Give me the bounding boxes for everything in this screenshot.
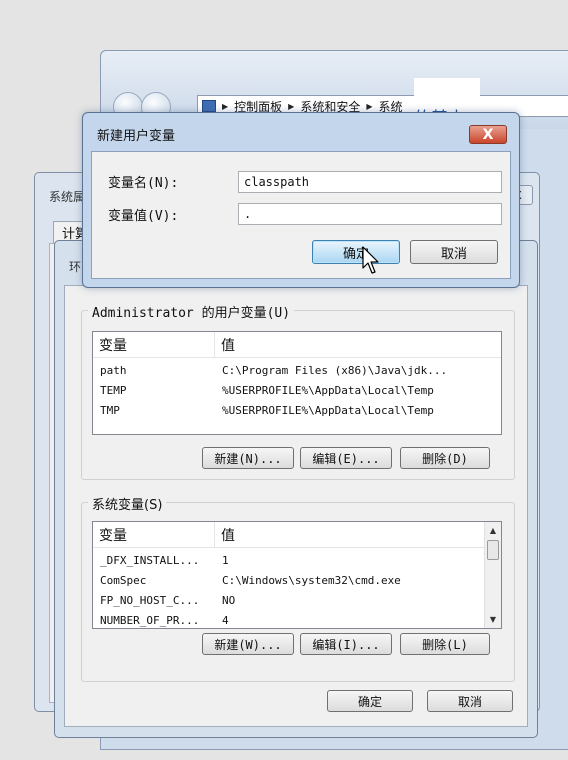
table-row[interactable]: TMP %USERPROFILE%\AppData\Local\Temp (93, 400, 501, 420)
breadcrumb-arrow-icon: ▶ (288, 101, 295, 111)
system-variables-rows: _DFX_INSTALL... 1 ComSpec C:\Windows\sys… (93, 550, 501, 630)
variable-value: 4 (222, 613, 229, 627)
variable-name: FP_NO_HOST_C... (100, 593, 200, 607)
ok-button[interactable]: 确定 (327, 690, 413, 712)
close-button[interactable]: X (469, 125, 507, 144)
table-row[interactable]: FP_NO_HOST_C... NO (93, 590, 501, 610)
variable-name: NUMBER_OF_PR... (100, 613, 200, 627)
table-row[interactable]: path C:\Program Files (x86)\Java\jdk... (93, 360, 501, 380)
user-variables-rows: path C:\Program Files (x86)\Java\jdk... … (93, 360, 501, 420)
ok-button[interactable]: 确定 (312, 240, 400, 264)
list-header: 变量 值 (93, 332, 501, 358)
edit-user-variable-button[interactable]: 编辑(E)... (300, 447, 392, 469)
delete-user-variable-button[interactable]: 删除(D) (400, 447, 490, 469)
variable-name: _DFX_INSTALL... (100, 553, 200, 567)
column-header-variable[interactable]: 变量 (93, 332, 215, 357)
new-system-variable-button[interactable]: 新建(W)... (202, 633, 294, 655)
list-header: 变量 值 (93, 522, 501, 548)
delete-system-variable-button[interactable]: 删除(L) (400, 633, 490, 655)
column-header-value[interactable]: 值 (215, 522, 501, 547)
scroll-up-arrow-icon[interactable]: ▲ (485, 522, 501, 539)
variable-value-label: 变量值(V): (108, 209, 179, 224)
variable-name: ComSpec (100, 573, 147, 587)
user-variables-label: Administrator 的用户变量(U) (88, 302, 295, 321)
user-variables-group: Administrator 的用户变量(U) 变量 值 path C:\Prog… (81, 302, 515, 480)
breadcrumb-arrow-icon: ▶ (366, 101, 373, 111)
new-user-variable-dialog: 新建用户变量 X 变量名(N): classpath 变量值(V): . 确定 … (82, 112, 520, 288)
dialog-title: 新建用户变量 (97, 129, 176, 144)
column-header-variable[interactable]: 变量 (93, 522, 215, 547)
control-panel-icon (202, 100, 216, 112)
variable-name: TMP (100, 403, 120, 417)
variable-value: C:\Windows\system32\cmd.exe (222, 573, 401, 587)
variable-name-label: 变量名(N): (108, 176, 179, 191)
breadcrumb-arrow-icon: ▶ (222, 101, 229, 111)
table-row[interactable]: NUMBER_OF_PR... 4 (93, 610, 501, 630)
cancel-button[interactable]: 取消 (410, 240, 498, 264)
environment-variables-dialog: 环 Administrator 的用户变量(U) 变量 值 path C:\Pr… (54, 240, 538, 738)
user-variables-list[interactable]: 变量 值 path C:\Program Files (x86)\Java\jd… (92, 331, 502, 435)
variable-value: 1 (222, 553, 229, 567)
system-variables-list[interactable]: 变量 值 _DFX_INSTALL... 1 ComSpec C:\Window… (92, 521, 502, 629)
new-user-variable-button[interactable]: 新建(N)... (202, 447, 294, 469)
system-variables-label: 系统变量(S) (88, 494, 167, 513)
cancel-button[interactable]: 取消 (427, 690, 513, 712)
edit-system-variable-button[interactable]: 编辑(I)... (300, 633, 392, 655)
variable-value: NO (222, 593, 236, 607)
variable-name-input[interactable]: classpath (238, 171, 502, 193)
variable-name: TEMP (100, 383, 127, 397)
variable-value: C:\Program Files (x86)\Java\jdk... (222, 363, 448, 377)
variable-value-input[interactable]: . (238, 203, 502, 225)
system-variables-group: 系统变量(S) 变量 值 _DFX_INSTALL... 1 ComSpec C… (81, 494, 515, 682)
scroll-down-arrow-icon[interactable]: ▼ (485, 611, 501, 628)
dialog-body: 变量名(N): classpath 变量值(V): . 确定 取消 (91, 151, 511, 279)
variable-name: path (100, 363, 127, 377)
system-properties-title: 系统属 (49, 190, 86, 204)
table-row[interactable]: TEMP %USERPROFILE%\AppData\Local\Temp (93, 380, 501, 400)
environment-variables-title: 环 (69, 260, 82, 274)
table-row[interactable]: ComSpec C:\Windows\system32\cmd.exe (93, 570, 501, 590)
variable-value: %USERPROFILE%\AppData\Local\Temp (222, 403, 434, 417)
environment-variables-body: Administrator 的用户变量(U) 变量 值 path C:\Prog… (64, 285, 528, 727)
table-row[interactable]: _DFX_INSTALL... 1 (93, 550, 501, 570)
mouse-cursor-icon (362, 246, 379, 274)
scrollbar-thumb[interactable] (487, 540, 499, 560)
vertical-scrollbar[interactable]: ▲ ▼ (484, 522, 501, 628)
variable-value: %USERPROFILE%\AppData\Local\Temp (222, 383, 434, 397)
column-header-value[interactable]: 值 (215, 332, 501, 357)
